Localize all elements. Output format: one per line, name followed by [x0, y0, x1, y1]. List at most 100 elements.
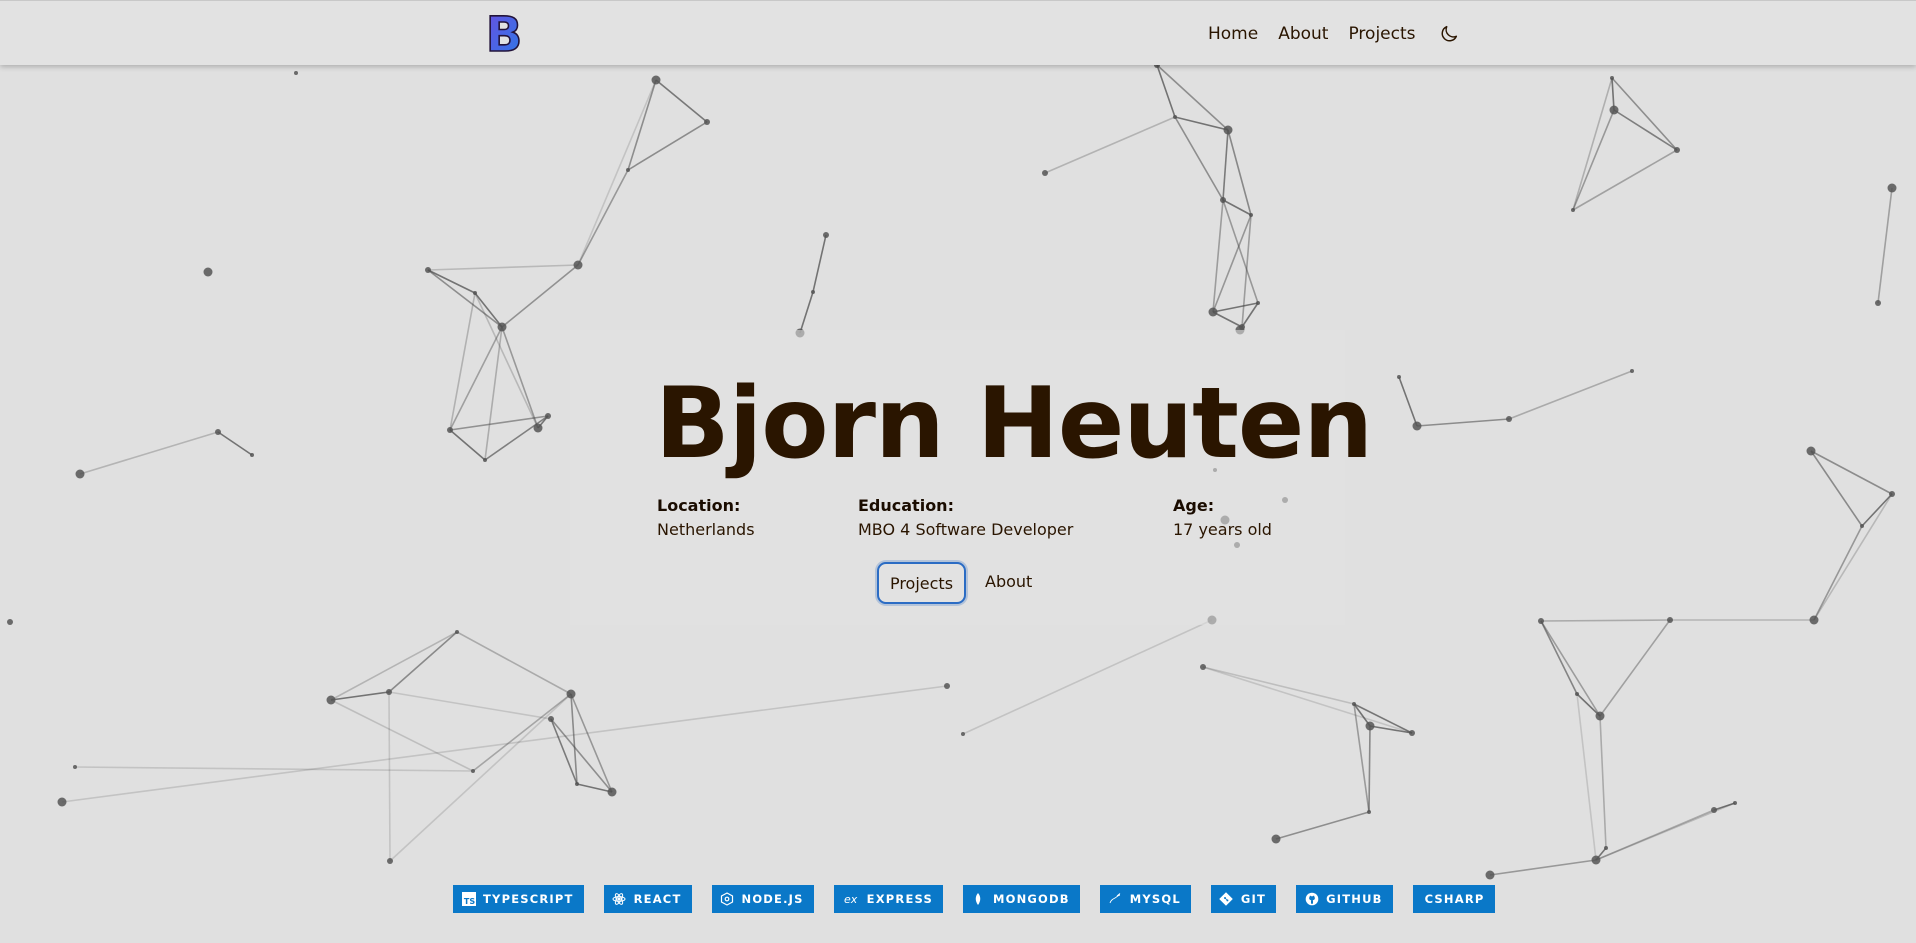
network-node: [473, 291, 477, 295]
network-node: [626, 168, 630, 172]
network-node: [1249, 213, 1253, 217]
network-node: [1485, 870, 1495, 880]
network-line: [389, 693, 572, 862]
info-education: Education: MBO 4 Software Developer: [858, 495, 1073, 540]
network-line: [1713, 802, 1736, 811]
network-line: [388, 631, 458, 693]
network-node: [533, 423, 543, 433]
network-node: [545, 413, 551, 419]
svg-text:B: B: [486, 11, 523, 57]
network-line: [1212, 302, 1259, 313]
projects-button[interactable]: Projects: [877, 562, 966, 604]
network-node: [215, 429, 221, 435]
network-node: [651, 75, 661, 85]
network-line: [962, 619, 1213, 735]
network-node: [294, 71, 298, 75]
network-node: [573, 260, 583, 270]
nav-projects-link[interactable]: Projects: [1348, 23, 1415, 45]
network-line: [330, 631, 458, 701]
network-node: [575, 782, 579, 786]
network-node: [73, 765, 77, 769]
network-node: [425, 267, 431, 273]
network-node: [1397, 375, 1401, 379]
network-line: [655, 79, 708, 123]
badge-react[interactable]: REACT: [603, 885, 692, 913]
network-node: [1667, 617, 1673, 623]
network-node: [447, 427, 453, 433]
info-location-label: Location:: [657, 496, 741, 515]
network-line: [1398, 376, 1418, 427]
network-node: [1630, 369, 1634, 373]
network-line: [484, 415, 549, 461]
network-line: [812, 234, 827, 293]
info-age: Age: 17 years old: [1173, 495, 1272, 540]
network-line: [449, 326, 503, 431]
badge-typescript[interactable]: TS TYPESCRIPT: [453, 885, 584, 913]
network-node: [1887, 183, 1897, 193]
network-node: [203, 267, 213, 277]
badge-express-label: EXPRESS: [866, 892, 933, 906]
network-node: [961, 732, 965, 736]
network-line: [61, 685, 948, 803]
network-node: [1610, 76, 1614, 80]
network-line: [1416, 418, 1510, 427]
network-node: [250, 453, 254, 457]
badge-github[interactable]: GITHUB: [1296, 885, 1393, 913]
badge-nodejs[interactable]: NODE.JS: [711, 885, 814, 913]
network-line: [1599, 715, 1607, 849]
network-node: [1674, 147, 1680, 153]
github-icon: [1304, 892, 1319, 907]
network-node: [1220, 197, 1226, 203]
nav-about-link[interactable]: About: [1278, 23, 1328, 45]
badge-git[interactable]: GIT: [1210, 885, 1277, 913]
navbar: B Home About Projects: [0, 0, 1916, 65]
network-node: [1711, 807, 1717, 813]
badge-mysql[interactable]: MYSQL: [1099, 885, 1191, 913]
network-line: [501, 326, 539, 429]
svg-text:TS: TS: [463, 897, 474, 906]
badge-express[interactable]: ex EXPRESS: [833, 885, 943, 913]
network-line: [1202, 666, 1355, 705]
info-age-value: 17 years old: [1173, 520, 1272, 539]
network-line: [330, 699, 474, 772]
network-line: [1202, 666, 1413, 734]
network-node: [1571, 208, 1575, 212]
react-icon: [612, 892, 627, 907]
network-node: [1609, 105, 1619, 115]
mongodb-icon: [971, 892, 986, 907]
logo[interactable]: B: [485, 11, 523, 57]
network-node: [455, 630, 459, 634]
network-line: [1275, 811, 1370, 840]
moon-icon[interactable]: [1438, 23, 1460, 45]
badge-csharp[interactable]: CSHARP: [1412, 885, 1495, 913]
network-line: [1599, 619, 1671, 717]
network-line: [1813, 525, 1863, 621]
badge-csharp-label: CSHARP: [1424, 892, 1485, 906]
info-education-value: MBO 4 Software Developer: [858, 520, 1074, 539]
network-node: [1256, 301, 1260, 305]
network-node: [483, 458, 487, 462]
network-line: [79, 431, 219, 475]
network-line: [1212, 199, 1224, 313]
network-line: [550, 718, 613, 793]
network-line: [1595, 809, 1715, 861]
network-line: [1810, 450, 1863, 527]
network-node: [1208, 307, 1218, 317]
network-node: [471, 769, 475, 773]
about-button[interactable]: About: [985, 570, 1032, 594]
network-node: [1889, 491, 1895, 497]
network-line: [501, 264, 579, 328]
nav-links: Home About Projects: [1208, 23, 1460, 45]
badge-mongodb[interactable]: MONGODB: [962, 885, 1080, 913]
network-node: [1591, 855, 1601, 865]
network-line: [1576, 693, 1597, 861]
network-node: [1365, 721, 1375, 731]
network-node: [1860, 524, 1864, 528]
skill-badges: TS TYPESCRIPT REACT NODE.JS ex EXPRESS M…: [453, 885, 1515, 913]
info-location-value: Netherlands: [657, 520, 755, 539]
nav-home-link[interactable]: Home: [1208, 23, 1258, 45]
badge-github-label: GITHUB: [1326, 892, 1383, 906]
network-line: [1222, 129, 1229, 201]
typescript-icon: TS: [461, 892, 476, 907]
network-line: [427, 269, 503, 328]
